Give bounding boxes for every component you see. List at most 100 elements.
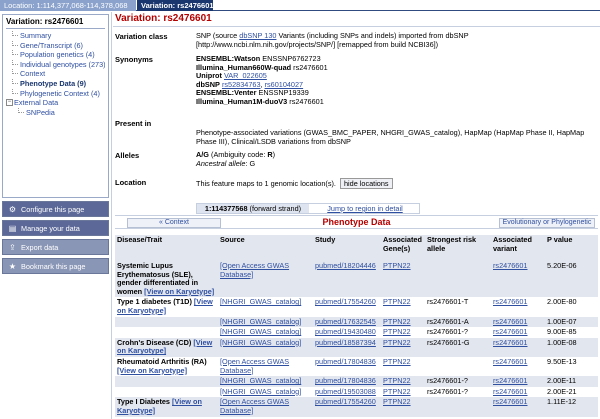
gene-link[interactable]: PTPN22 <box>383 376 411 385</box>
variant-cell: rs2476601 <box>491 261 545 298</box>
gene-link[interactable]: PTPN22 <box>383 327 411 336</box>
risk-allele: rs2476601-T <box>427 297 469 307</box>
jump-to-region-link[interactable]: Jump to region in detail <box>327 204 402 213</box>
study-link[interactable]: pubmed/19430480 <box>315 327 376 336</box>
variant-link[interactable]: rs2476601 <box>493 317 528 326</box>
column-header[interactable]: Study <box>313 235 381 261</box>
gene-cell: PTPN22 <box>381 356 425 377</box>
study-link[interactable]: pubmed/17804836 <box>315 376 376 385</box>
variant-link[interactable]: rs2476601 <box>493 376 528 385</box>
p-value: 1.00E-08 <box>547 337 577 347</box>
context-button[interactable]: « Context <box>127 218 221 228</box>
p-value: 2.00E-80 <box>547 297 577 307</box>
location-jump-cell: Jump to region in detail <box>310 204 420 213</box>
tree-connector-icon <box>12 88 18 94</box>
synonyms-list: ENSEMBL:Watson ENSSNP6762723 Illumina_Hum… <box>196 54 596 107</box>
variant-cell: rs2476601 <box>491 376 545 387</box>
alleles-value: A/G (Ambiguity code: R) Ancestral allele… <box>196 150 596 168</box>
source-link[interactable]: [Open Access GWAS Database] <box>220 357 289 375</box>
risk-cell: rs2476601-? <box>425 386 491 398</box>
gene-link[interactable]: PTPN22 <box>383 387 411 396</box>
hide-locations-button[interactable]: hide locations <box>339 178 393 189</box>
gene-link[interactable]: PTPN22 <box>383 297 411 307</box>
source-link[interactable]: [NHGRI_GWAS_catalog] <box>220 327 301 336</box>
table-row: Crohn's Disease (CD) [View on Karyotype]… <box>115 337 598 357</box>
study-link[interactable]: pubmed/17632545 <box>315 317 376 326</box>
tree-connector-icon <box>12 69 18 75</box>
column-header[interactable]: Strongest risk allele <box>425 235 491 261</box>
variant-link[interactable]: rs2476601 <box>493 387 528 396</box>
variant-link[interactable]: rs2476601 <box>493 261 528 270</box>
study-link[interactable]: pubmed/18204446 <box>315 261 376 270</box>
sidebar-item-population-genetics-4[interactable]: Population genetics (4) <box>6 50 105 60</box>
variant-link[interactable]: rs2476601 <box>493 297 528 307</box>
variant-link[interactable]: rs2476601 <box>493 327 528 336</box>
risk-allele: rs2476601-? <box>427 327 468 337</box>
p-value-cell: 1.00E-08 <box>545 337 598 357</box>
sidebar-item-label: Phylogenetic Context (4) <box>20 88 100 98</box>
study-link[interactable]: pubmed/17554260 <box>315 297 376 307</box>
sidebar-items: Summary Gene/Transcript (6) Population gen… <box>6 31 105 117</box>
disease-cell: Type I Diabetes [View on Karyotype] <box>115 397 218 417</box>
source-cell: [NHGRI_GWAS_catalog] <box>218 337 313 357</box>
study-link[interactable]: pubmed/17554260 <box>315 397 376 407</box>
manage-your-data-button[interactable]: ▤ Manage your data <box>2 220 109 236</box>
gene-link[interactable]: PTPN22 <box>383 338 411 347</box>
table-row: [NHGRI_GWAS_catalog] pubmed/17632545 PTPN2… <box>115 316 598 328</box>
tree-connector-icon <box>12 59 18 65</box>
study-link[interactable]: pubmed/19503088 <box>315 387 376 396</box>
gene-link[interactable]: PTPN22 <box>383 397 411 407</box>
view-karyotype-link[interactable]: [View on Karyotype] <box>144 287 214 296</box>
risk-allele: rs2476601-G <box>427 337 470 347</box>
sidebar-item-gene-transcript-6[interactable]: Gene/Transcript (6) <box>6 40 105 51</box>
sidebar-item-phenotype-data-9[interactable]: Phenotype Data (9) <box>6 78 105 89</box>
gene-link[interactable]: PTPN22 <box>383 317 411 326</box>
bookmark-this-page-button[interactable]: ★ Bookmark this page <box>2 258 109 274</box>
source-cell: [NHGRI_GWAS_catalog] <box>218 297 313 317</box>
source-link[interactable]: [Open Access GWAS Database] <box>220 397 289 415</box>
risk-cell <box>425 397 491 417</box>
view-karyotype-link[interactable]: [View on Karyotype] <box>117 366 187 375</box>
study-link[interactable]: pubmed/17804836 <box>315 357 376 366</box>
risk-allele: rs2476601-? <box>427 386 468 396</box>
collapse-icon[interactable]: − <box>6 99 13 107</box>
column-header[interactable]: Disease/Trait <box>115 235 218 261</box>
sidebar-item-individual-genotypes-273[interactable]: Individual genotypes (273) <box>6 59 105 70</box>
sidebar-item-label: Individual genotypes (273) <box>20 59 105 69</box>
gene-link[interactable]: PTPN22 <box>383 357 411 366</box>
variant-link[interactable]: rs2476601 <box>493 338 528 347</box>
column-header[interactable]: P value <box>545 235 598 261</box>
disease-cell: Type 1 diabetes (T1D) [View on Karyotype… <box>115 297 218 317</box>
risk-cell: rs2476601-A <box>425 316 491 328</box>
study-cell: pubmed/17632545 <box>313 316 381 328</box>
variant-link[interactable]: rs2476601 <box>493 397 528 407</box>
sidebar-item-summary[interactable]: Summary <box>6 31 105 41</box>
sidebar-item-context[interactable]: Context <box>6 69 105 79</box>
sidebar-item-external-data[interactable]: − External Data <box>6 98 105 108</box>
tab-location[interactable]: Location: 1:114,377,068-114,378,068 <box>0 0 136 11</box>
source-link[interactable]: [NHGRI_GWAS_catalog] <box>220 376 301 385</box>
tab-variation[interactable]: Variation: rs2476601 <box>137 0 213 11</box>
source-cell: [NHGRI_GWAS_catalog] <box>218 386 313 398</box>
sidebar-buttons: ⚙ Configure this page ▤ Manage your data ⇪ Ex… <box>0 201 111 274</box>
source-link[interactable]: [NHGRI_GWAS_catalog] <box>220 387 301 396</box>
source-link[interactable]: [NHGRI_GWAS_catalog] <box>220 297 301 307</box>
source-link[interactable]: [Open Access GWAS Database] <box>220 261 289 279</box>
variant-link[interactable]: rs2476601 <box>493 357 528 366</box>
sidebar-item-snpedia[interactable]: SNPedia <box>6 107 105 118</box>
source-link[interactable]: [NHGRI_GWAS_catalog] <box>220 317 301 326</box>
sidebar-item-phylogenetic-context-4[interactable]: Phylogenetic Context (4) <box>6 88 105 99</box>
column-header[interactable]: Source <box>218 235 313 261</box>
sidebar-button-label: Configure this page <box>21 205 85 214</box>
column-header[interactable]: Associated variant <box>491 235 545 261</box>
gene-link[interactable]: PTPN22 <box>383 261 411 270</box>
source-cell: [NHGRI_GWAS_catalog] <box>218 316 313 328</box>
study-link[interactable]: pubmed/18587394 <box>315 338 376 347</box>
configure-this-page-button[interactable]: ⚙ Configure this page <box>2 201 109 217</box>
export-data-button[interactable]: ⇪ Export data <box>2 239 109 255</box>
source-link[interactable]: [NHGRI_GWAS_catalog] <box>220 338 301 347</box>
evolutionary-button[interactable]: Evolutionary or Phylogenetic <box>499 218 595 228</box>
column-header[interactable]: Associated Gene(s) <box>381 235 425 261</box>
bookmark-icon: ★ <box>8 262 17 271</box>
disease-cell: Systemic Lupus Erythematosus (SLE), gend… <box>115 261 218 298</box>
